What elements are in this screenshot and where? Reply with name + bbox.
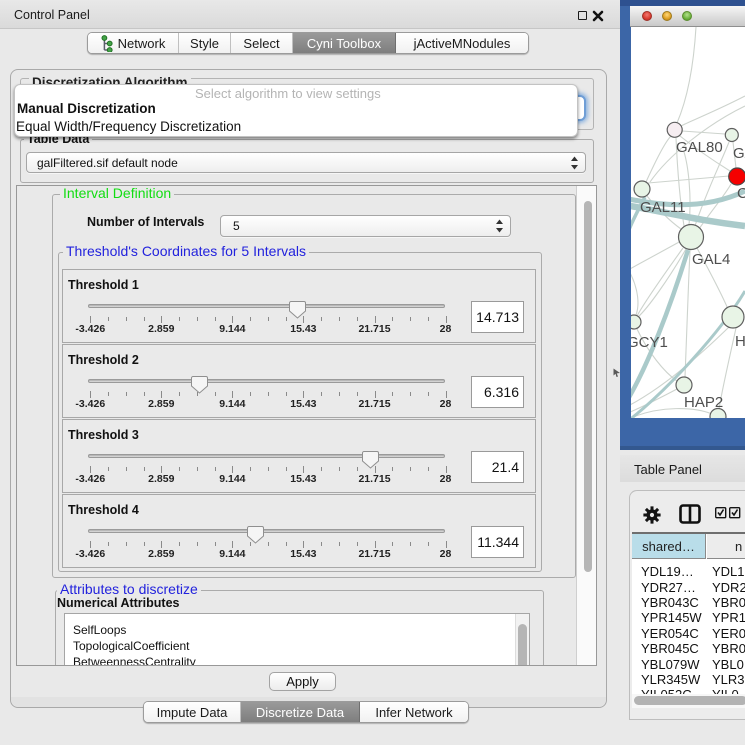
svg-text:GAL11: GAL11 [640,199,686,216]
svg-text:GAL4: GAL4 [692,251,730,268]
svg-text:GA: GA [733,145,745,162]
svg-text:GAL80: GAL80 [676,139,723,156]
svg-text:GCY1: GCY1 [631,334,668,351]
svg-text:C: C [737,185,745,202]
svg-text:H: H [735,333,745,350]
svg-text:HAP2: HAP2 [684,394,723,411]
